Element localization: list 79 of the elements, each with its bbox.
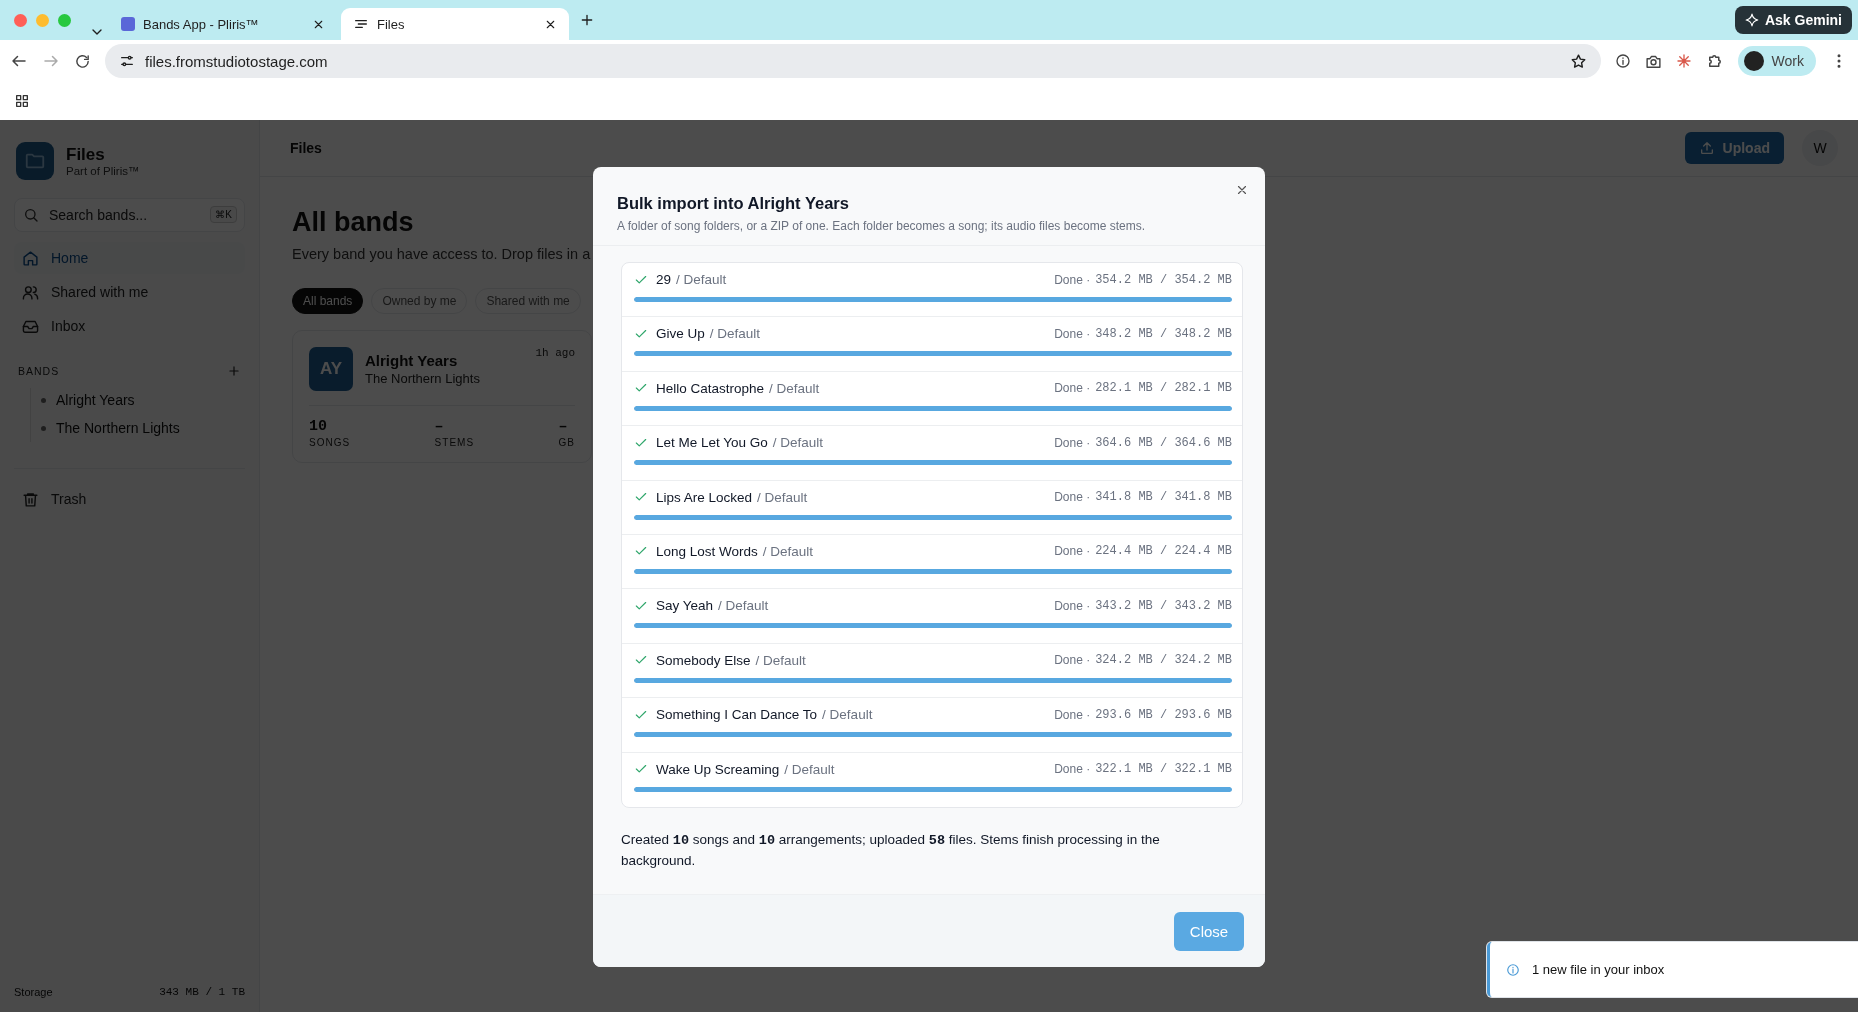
plus-icon[interactable] [579,12,595,28]
page-title: All bands [292,207,414,238]
upload-status: Done · [1054,653,1091,668]
arrangement-name: / Default [709,326,761,342]
sparkle-icon [1744,13,1759,27]
app-subtitle: Part of Pliris™ [66,165,140,177]
upload-status: Done · [1054,544,1091,559]
close-icon [1235,183,1249,197]
arrangement-name: / Default [772,435,824,451]
star-icon[interactable] [1569,52,1587,70]
upload-status: Done · [1054,381,1091,396]
address-bar[interactable]: files.fromstudiotostage.com [105,44,1601,78]
song-name: Give Up [656,326,705,342]
upload-status: Done · [1054,762,1091,776]
song-name: Wake Up Screaming [656,761,780,777]
upload-status: Done · [1054,490,1091,505]
profile-button[interactable]: Work [1737,46,1816,76]
arrangement-name: / Default [676,272,727,287]
dialog-title: Bulk import into Alright Years [617,194,850,213]
song-name: Something I Can Dance To [656,707,818,723]
page-subtitle: Every band you have access to. Drop files in a [292,246,591,262]
burst-icon[interactable] [1675,53,1692,69]
stat-value: – [558,418,569,435]
arrangement-name: / Default [784,761,835,777]
song-name: Somebody Else [656,652,751,668]
song-name: Say Yeah [656,598,714,614]
arrangement-name: / Default [757,489,808,505]
site-icon [121,17,135,31]
browser-tab[interactable]: Bands App - Pliris™ [109,8,337,40]
avatar [1743,51,1764,71]
upload-size: 364.6 MB / 364.6 MB [1095,435,1232,450]
arrangement-name: / Default [769,380,820,396]
upload-size: 282.1 MB / 282.1 MB [1095,381,1232,396]
song-name: Long Lost Words [656,543,758,559]
apps-icon[interactable] [14,93,30,109]
breadcrumb: Files [290,140,323,156]
band-subtitle: The Northern Lights [365,371,480,386]
storage-label: Storage [14,986,53,998]
upload-status: Done · [1054,598,1091,613]
upload-size: 324.2 MB / 324.2 MB [1095,653,1232,668]
band-name: Alright Years [365,352,459,369]
reload-icon[interactable] [74,52,91,70]
song-name: Lips Are Locked [656,489,753,505]
close-button[interactable]: Close [1174,911,1244,951]
summary-text: Created 10 songs and 10 arrangements; uploaded 58 files. Stems finish processing in the background. [621,830,1161,870]
info-icon[interactable] [1614,53,1631,69]
upload-status: Done · [1054,435,1091,450]
storage-usage: 343 MB / 1 TB [159,986,245,998]
song-name: Hello Catastrophe [656,380,765,396]
ask-gemini-button[interactable]: Ask Gemini [1734,6,1852,34]
arrangement-name: / Default [762,543,814,559]
arrangement-name: / Default [822,707,873,723]
song-name: Let Me Let You Go [656,435,768,451]
info-icon [1506,962,1520,977]
upload-status: Done · [1054,272,1091,287]
stat-value: 10 [309,418,328,435]
upload-size: 354.2 MB / 354.2 MB [1095,272,1232,287]
song-name: 29 [656,272,672,287]
dialog-subtitle: A folder of song folders, or a ZIP of one. Each folder becomes a song; its audio files become stems. [617,219,1147,233]
stat-label: SONGS [309,437,351,448]
site-settings-icon[interactable] [119,53,135,69]
upload-size: 293.6 MB / 293.6 MB [1095,707,1232,722]
upload-status: Done · [1054,707,1091,722]
upload-size: 341.8 MB / 341.8 MB [1095,490,1232,505]
toast-message: 1 new file in your inbox [1532,962,1665,977]
upload-size: 343.2 MB / 343.2 MB [1095,598,1232,613]
upload-size: 322.1 MB / 322.1 MB [1095,762,1232,776]
app-name: Files [66,145,106,165]
stat-value: – [434,418,445,435]
stat-label: GB [558,437,575,448]
arrangement-name: / Default [755,652,806,668]
stat-label: STEMS [434,437,475,448]
upload-size: 224.4 MB / 224.4 MB [1095,544,1232,559]
section-heading: BANDS [18,365,60,377]
arrangement-name: / Default [718,598,769,614]
upload-size: 348.2 MB / 348.2 MB [1095,326,1232,341]
browser-tab[interactable]: Files [341,8,569,40]
timestamp: 1h ago [535,347,575,359]
upload-status: Done · [1054,326,1091,341]
